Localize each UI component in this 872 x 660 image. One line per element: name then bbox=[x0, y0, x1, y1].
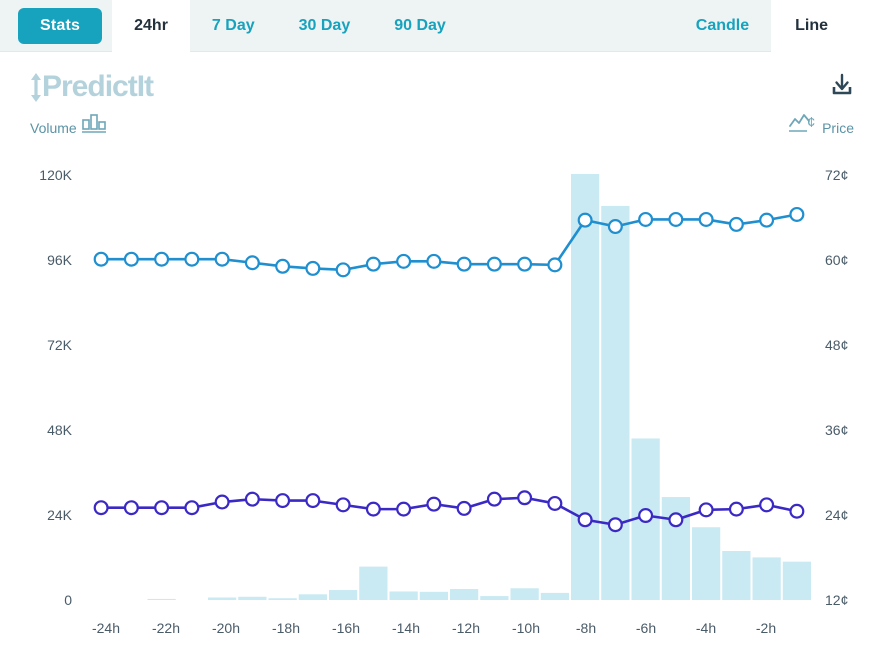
volume-bars[interactable] bbox=[147, 174, 812, 600]
price-point-marker[interactable] bbox=[517, 256, 533, 272]
price-yes-line[interactable] bbox=[93, 206, 805, 278]
price-point-marker[interactable] bbox=[607, 219, 623, 235]
volume-bar[interactable] bbox=[601, 205, 630, 600]
price-point-marker[interactable] bbox=[214, 494, 230, 510]
price-point-marker[interactable] bbox=[154, 500, 170, 516]
volume-bar[interactable] bbox=[752, 557, 781, 600]
volume-bar[interactable] bbox=[389, 591, 418, 600]
price-point-marker[interactable] bbox=[123, 500, 139, 516]
tab-candle-label: Candle bbox=[695, 17, 750, 34]
chart-canvas[interactable] bbox=[0, 52, 872, 660]
price-line-path bbox=[99, 213, 799, 272]
price-point-marker[interactable] bbox=[93, 251, 109, 267]
volume-bar[interactable] bbox=[692, 527, 721, 600]
price-point-marker[interactable] bbox=[607, 517, 623, 533]
tab-line[interactable]: Line bbox=[771, 0, 872, 52]
price-point-marker[interactable] bbox=[365, 256, 381, 272]
price-point-marker[interactable] bbox=[517, 490, 533, 506]
price-point-marker[interactable] bbox=[184, 500, 200, 516]
price-point-marker[interactable] bbox=[214, 251, 230, 267]
price-point-marker[interactable] bbox=[698, 211, 714, 227]
price-point-marker[interactable] bbox=[275, 493, 291, 509]
tab-90day[interactable]: 90 Day bbox=[372, 0, 468, 52]
price-point-marker[interactable] bbox=[759, 497, 775, 513]
price-point-marker[interactable] bbox=[456, 256, 472, 272]
tab-30day[interactable]: 30 Day bbox=[277, 0, 373, 52]
price-point-marker[interactable] bbox=[668, 211, 684, 227]
price-point-marker[interactable] bbox=[305, 493, 321, 509]
tab-7day-label: 7 Day bbox=[211, 17, 255, 34]
volume-bar[interactable] bbox=[480, 596, 509, 600]
price-point-marker[interactable] bbox=[426, 496, 442, 512]
volume-bar[interactable] bbox=[782, 561, 811, 600]
price-point-marker[interactable] bbox=[426, 253, 442, 269]
price-no-line[interactable] bbox=[93, 490, 805, 533]
volume-bar[interactable] bbox=[722, 551, 751, 600]
stats-button-wrap: Stats bbox=[0, 0, 112, 52]
tab-7day[interactable]: 7 Day bbox=[190, 0, 277, 52]
price-point-marker[interactable] bbox=[275, 258, 291, 274]
price-point-marker[interactable] bbox=[154, 251, 170, 267]
tab-line-label: Line bbox=[795, 17, 828, 34]
volume-bar[interactable] bbox=[359, 566, 388, 600]
price-point-marker[interactable] bbox=[123, 251, 139, 267]
price-point-marker[interactable] bbox=[698, 502, 714, 518]
volume-bar[interactable] bbox=[540, 592, 569, 600]
price-point-marker[interactable] bbox=[184, 251, 200, 267]
price-point-marker[interactable] bbox=[486, 256, 502, 272]
tab-30day-label: 30 Day bbox=[298, 17, 351, 34]
price-point-marker[interactable] bbox=[789, 503, 805, 519]
price-point-marker[interactable] bbox=[244, 255, 260, 271]
volume-bar[interactable] bbox=[510, 588, 539, 600]
price-point-marker[interactable] bbox=[759, 212, 775, 228]
volume-bar[interactable] bbox=[298, 594, 327, 600]
price-point-marker[interactable] bbox=[365, 501, 381, 517]
price-point-marker[interactable] bbox=[305, 260, 321, 276]
price-point-marker[interactable] bbox=[396, 501, 412, 517]
volume-bar[interactable] bbox=[208, 597, 237, 600]
tab-24hr[interactable]: 24hr bbox=[112, 0, 190, 52]
price-point-marker[interactable] bbox=[638, 508, 654, 524]
price-point-marker[interactable] bbox=[93, 500, 109, 516]
price-point-marker[interactable] bbox=[486, 491, 502, 507]
price-point-marker[interactable] bbox=[396, 253, 412, 269]
chart-panel: PredictIt Volume ¢ Price 120K 96K 72K 48… bbox=[0, 52, 872, 660]
price-point-marker[interactable] bbox=[728, 501, 744, 517]
volume-bar[interactable] bbox=[329, 590, 358, 600]
price-point-marker[interactable] bbox=[335, 262, 351, 278]
volume-bar[interactable] bbox=[268, 598, 297, 600]
price-point-marker[interactable] bbox=[638, 211, 654, 227]
price-line-path bbox=[99, 496, 799, 527]
volume-bar[interactable] bbox=[147, 598, 176, 600]
price-point-marker[interactable] bbox=[547, 495, 563, 511]
price-point-marker[interactable] bbox=[577, 212, 593, 228]
price-point-marker[interactable] bbox=[728, 216, 744, 232]
price-point-marker[interactable] bbox=[577, 512, 593, 528]
price-point-marker[interactable] bbox=[335, 497, 351, 513]
chart-plot-area: 120K 96K 72K 48K 24K 0 72¢ 60¢ 48¢ 36¢ 2… bbox=[0, 52, 872, 660]
volume-bar[interactable] bbox=[419, 591, 448, 600]
price-point-marker[interactable] bbox=[547, 257, 563, 273]
tab-candle[interactable]: Candle bbox=[674, 0, 771, 52]
volume-bar[interactable] bbox=[238, 596, 267, 600]
tab-90day-label: 90 Day bbox=[394, 17, 446, 34]
price-point-marker[interactable] bbox=[668, 512, 684, 528]
volume-bar[interactable] bbox=[571, 174, 600, 600]
chart-toolbar: Stats 24hr 7 Day 30 Day 90 Day Candle Li… bbox=[0, 0, 872, 52]
tab-24hr-label: 24hr bbox=[134, 17, 168, 34]
price-point-marker[interactable] bbox=[456, 500, 472, 516]
stats-button[interactable]: Stats bbox=[18, 8, 103, 44]
volume-bar[interactable] bbox=[450, 589, 479, 600]
price-point-marker[interactable] bbox=[244, 491, 260, 507]
price-point-marker[interactable] bbox=[789, 206, 805, 222]
